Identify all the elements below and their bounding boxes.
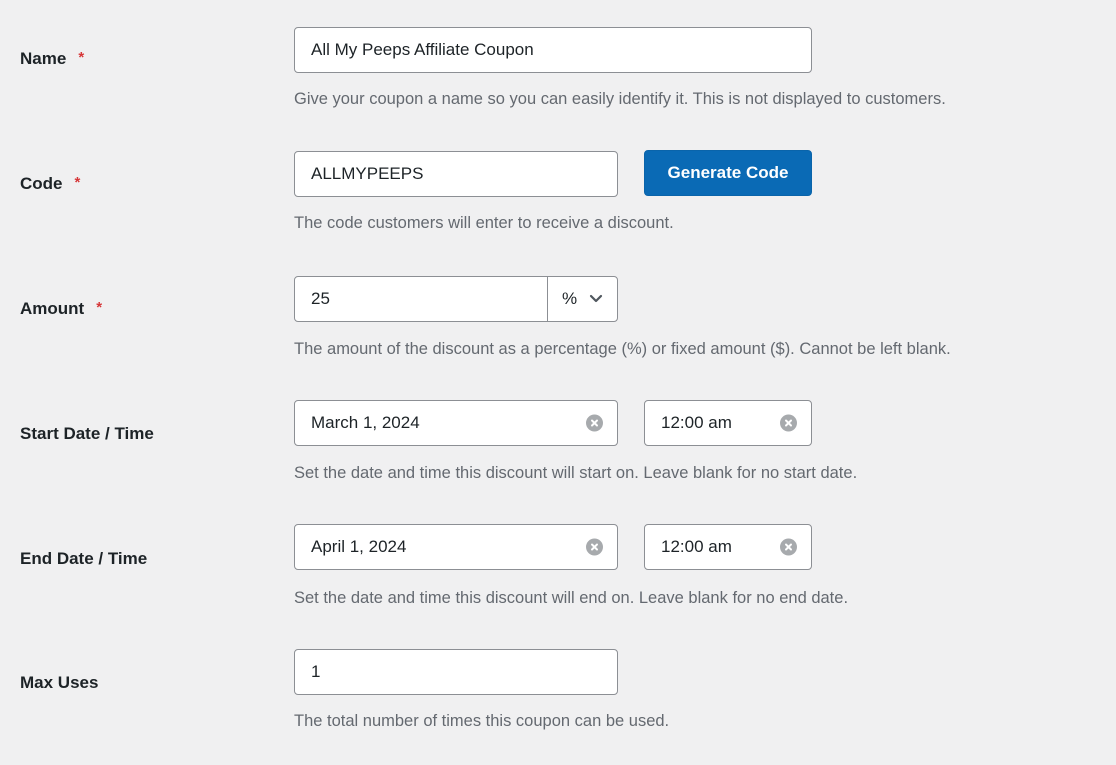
- clear-icon[interactable]: [586, 538, 603, 556]
- required-marker: *: [74, 174, 81, 191]
- end-date-input[interactable]: April 1, 2024: [294, 524, 618, 570]
- end-date-value: April 1, 2024: [311, 537, 407, 556]
- name-label-text: Name: [20, 49, 67, 68]
- chevron-down-icon: [589, 289, 603, 309]
- name-input-value: All My Peeps Affiliate Coupon: [311, 40, 534, 59]
- amount-input[interactable]: 25 %: [294, 276, 618, 322]
- code-description: The code customers will enter to receive…: [294, 214, 674, 232]
- generate-code-button[interactable]: Generate Code: [644, 150, 812, 196]
- required-marker: *: [96, 299, 103, 316]
- code-label-text: Code: [20, 174, 63, 193]
- amount-label: Amount *: [20, 299, 102, 319]
- max-uses-input[interactable]: 1: [294, 649, 618, 695]
- max-uses-label: Max Uses: [20, 673, 99, 692]
- clear-icon[interactable]: [780, 538, 797, 556]
- name-description: Give your coupon a name so you can easil…: [294, 90, 946, 108]
- clear-icon[interactable]: [586, 414, 603, 432]
- max-uses-description: The total number of times this coupon ca…: [294, 712, 670, 730]
- amount-description: The amount of the discount as a percenta…: [294, 340, 951, 358]
- start-date-input[interactable]: March 1, 2024: [294, 400, 618, 446]
- required-marker: *: [78, 49, 85, 66]
- max-uses-value: 1: [311, 662, 321, 681]
- start-description: Set the date and time this discount will…: [294, 464, 858, 482]
- code-input-value: ALLMYPEEPS: [311, 164, 424, 183]
- end-date-time-label: End Date / Time: [20, 549, 148, 568]
- end-time-value: 12:00 am: [661, 537, 732, 556]
- code-input[interactable]: ALLMYPEEPS: [294, 151, 618, 197]
- end-description: Set the date and time this discount will…: [294, 589, 849, 607]
- name-label: Name *: [20, 49, 84, 69]
- start-date-time-label: Start Date / Time: [20, 424, 154, 443]
- amount-unit-value: %: [562, 289, 578, 308]
- start-time-value: 12:00 am: [661, 413, 732, 432]
- amount-input-value: 25: [311, 289, 330, 308]
- clear-icon[interactable]: [780, 414, 797, 432]
- amount-label-text: Amount: [20, 299, 85, 318]
- start-date-value: March 1, 2024: [311, 413, 420, 432]
- amount-unit-select[interactable]: %: [547, 277, 617, 321]
- end-time-input[interactable]: 12:00 am: [644, 524, 812, 570]
- code-label: Code *: [20, 174, 80, 194]
- start-time-input[interactable]: 12:00 am: [644, 400, 812, 446]
- name-input[interactable]: All My Peeps Affiliate Coupon: [294, 27, 812, 73]
